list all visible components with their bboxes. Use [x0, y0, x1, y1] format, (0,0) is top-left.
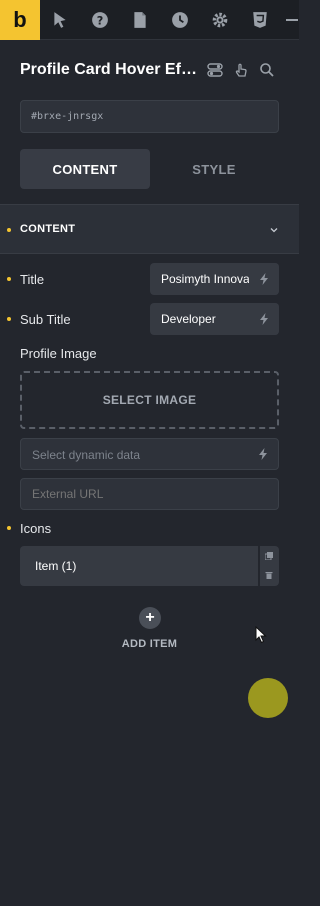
select-image-button[interactable]: SELECT IMAGE — [20, 371, 279, 429]
icons-modified-indicator — [7, 526, 11, 530]
page-icon[interactable] — [128, 8, 152, 32]
svg-text:?: ? — [97, 15, 104, 28]
element-id-field[interactable]: #brxe-jnrsgx — [20, 100, 279, 133]
modified-indicator — [7, 228, 11, 232]
element-title: Profile Card Hover Eff... — [20, 61, 198, 78]
dynamic-data-icon[interactable] — [248, 439, 278, 469]
dynamic-data-icon[interactable] — [249, 263, 279, 295]
interaction-icon[interactable] — [231, 60, 251, 80]
dynamic-data-placeholder: Select dynamic data — [32, 448, 141, 462]
repeater-item-label: Item (1) — [35, 559, 77, 573]
title-modified-indicator — [7, 277, 11, 281]
title-label: Title — [20, 272, 45, 287]
delete-icon[interactable] — [264, 570, 274, 580]
duplicate-icon[interactable] — [264, 551, 274, 561]
bricks-logo[interactable]: b — [0, 0, 40, 40]
subtitle-value: Developer — [161, 312, 216, 326]
icons-label: Icons — [20, 521, 52, 536]
click-marker — [248, 678, 288, 718]
divider — [258, 546, 260, 586]
add-item-button[interactable]: + — [139, 607, 161, 629]
subtitle-modified-indicator — [7, 317, 11, 321]
top-toolbar: b ? — [0, 0, 299, 40]
tab-content[interactable]: CONTENT — [20, 149, 150, 189]
mouse-cursor-icon — [255, 626, 267, 644]
menu-icon[interactable] — [282, 8, 299, 32]
subtitle-label: Sub Title — [20, 312, 71, 327]
dynamic-data-select[interactable]: Select dynamic data — [20, 438, 279, 470]
history-icon[interactable] — [168, 8, 192, 32]
search-icon[interactable] — [257, 60, 277, 80]
chevron-down-icon — [270, 228, 278, 233]
help-icon[interactable]: ? — [88, 8, 112, 32]
profile-image-label: Profile Image — [20, 346, 97, 361]
dynamic-data-icon[interactable] — [249, 303, 279, 335]
external-url-input[interactable] — [20, 478, 279, 510]
css3-icon[interactable] — [248, 8, 272, 32]
title-input[interactable]: Posimyth Innovation — [150, 263, 279, 295]
settings-icon[interactable] — [208, 8, 232, 32]
cursor-icon[interactable] — [48, 8, 72, 32]
tab-style[interactable]: STYLE — [149, 149, 279, 189]
subtitle-input[interactable]: Developer — [150, 303, 279, 335]
repeater-item[interactable]: Item (1) — [20, 546, 279, 586]
content-section-header[interactable]: CONTENT — [0, 204, 299, 254]
toggle-icon[interactable] — [205, 60, 225, 80]
section-title: CONTENT — [20, 223, 76, 235]
